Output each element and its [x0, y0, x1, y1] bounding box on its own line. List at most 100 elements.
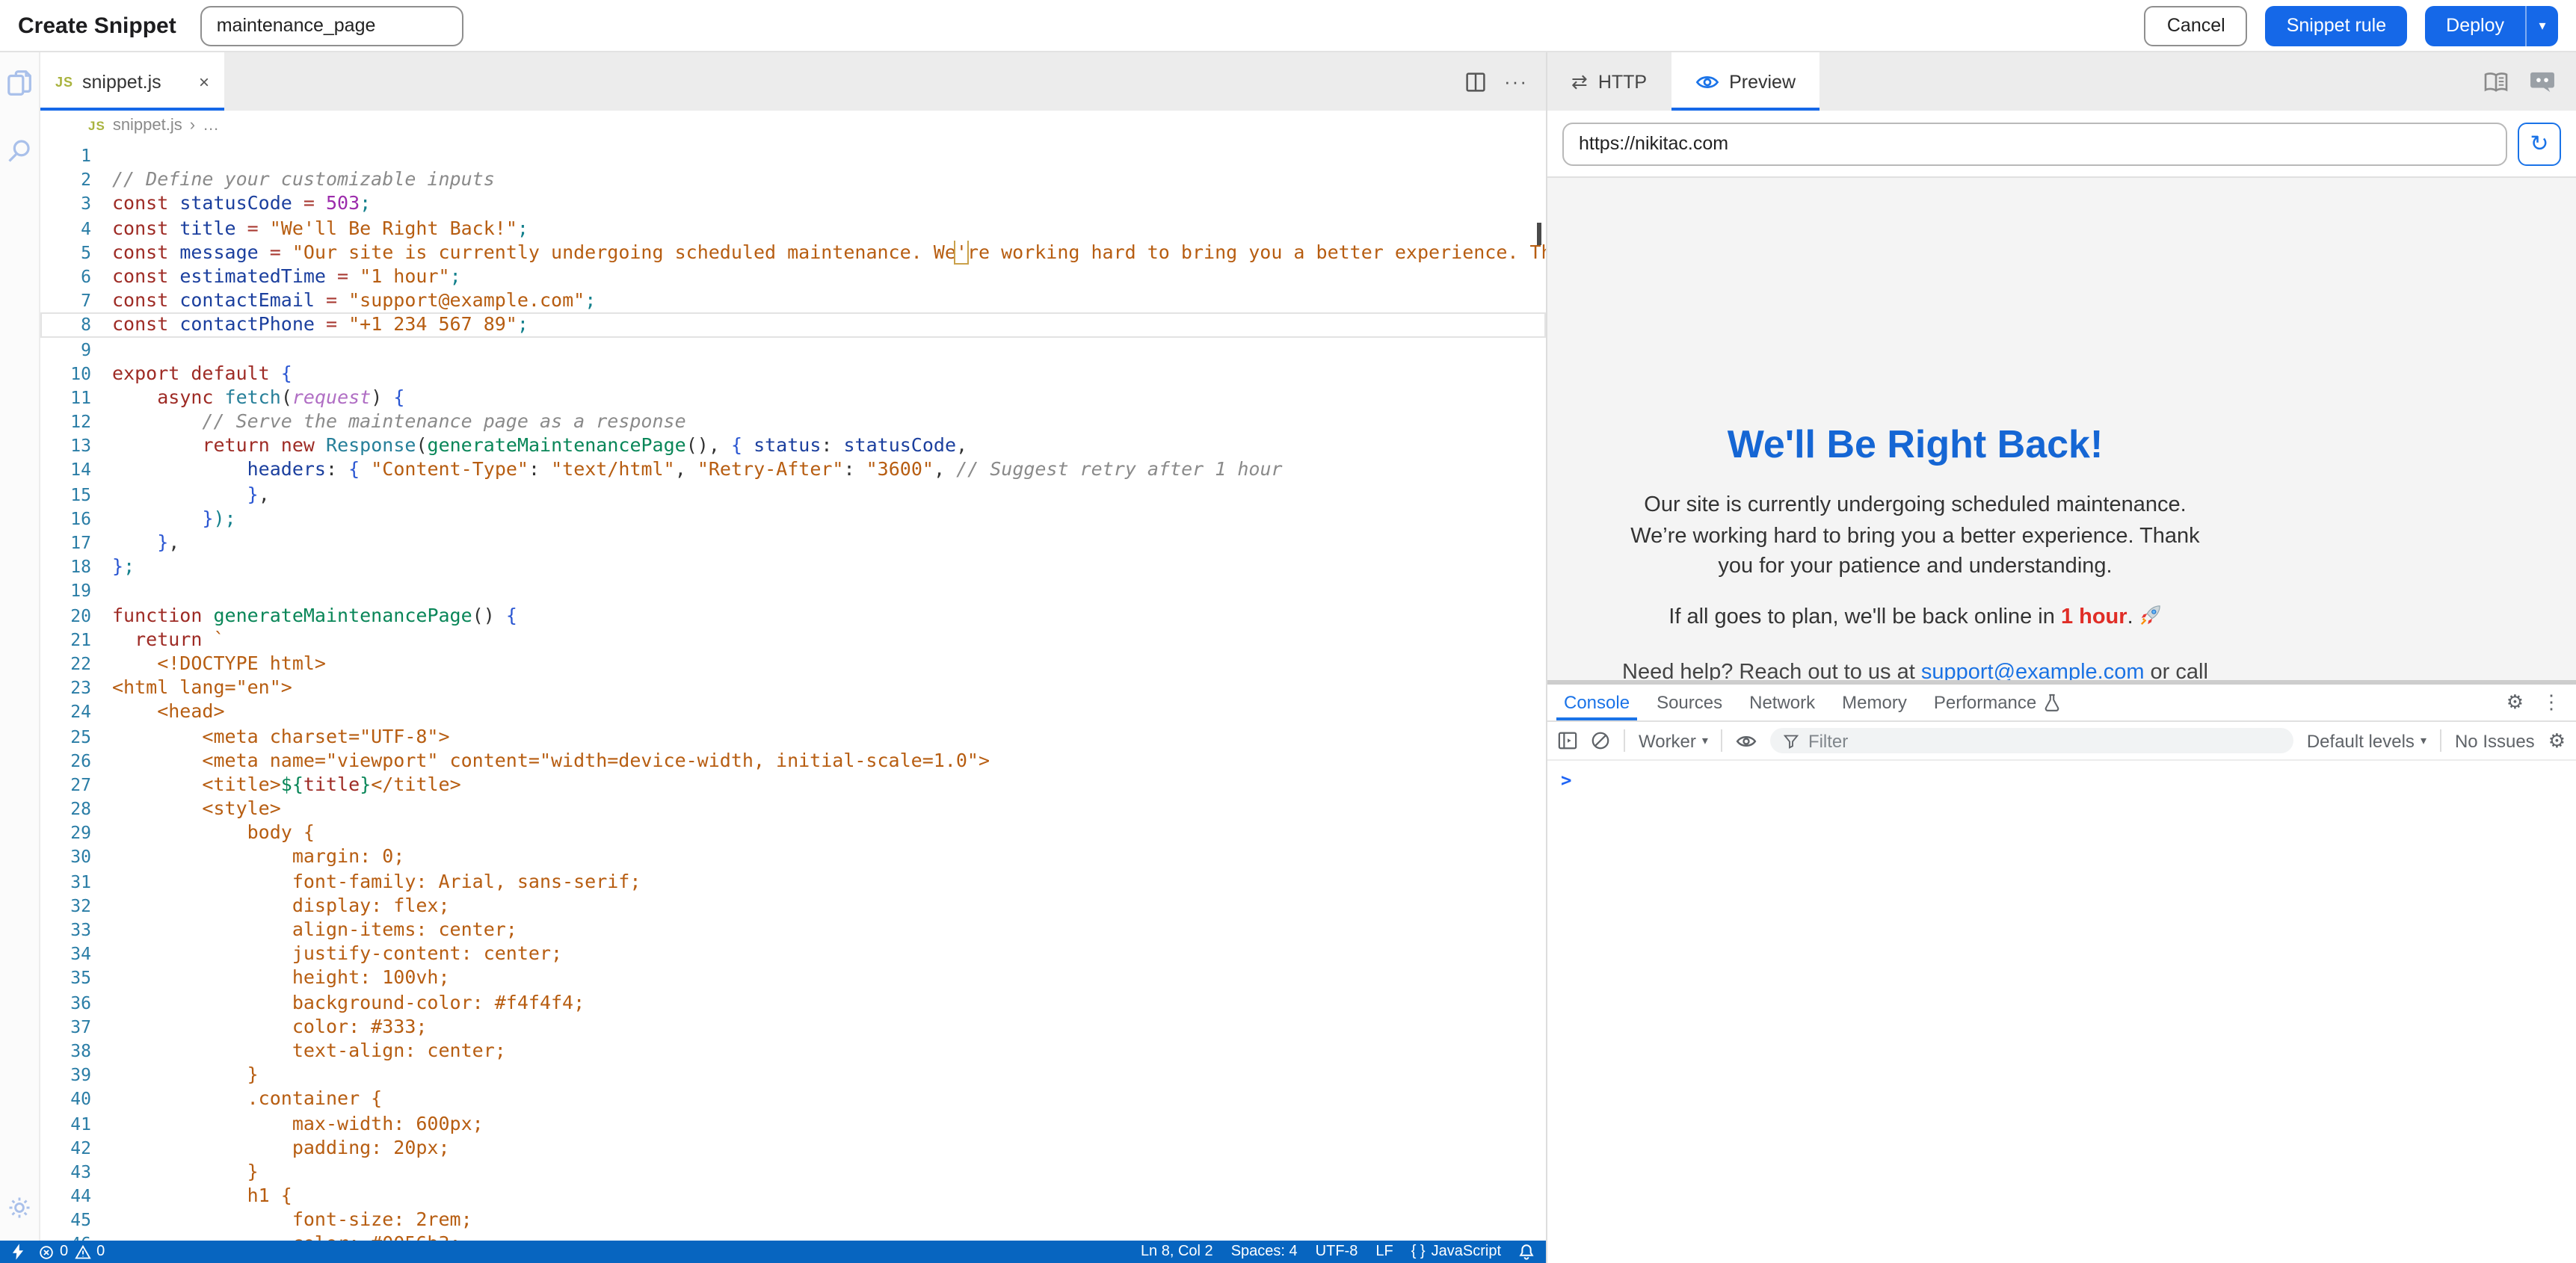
indentation-setting[interactable]: Spaces: 4 — [1231, 1244, 1298, 1260]
deploy-button[interactable]: Deploy — [2425, 5, 2525, 46]
encoding-setting[interactable]: UTF-8 — [1316, 1244, 1358, 1260]
snippet-rule-button[interactable]: Snippet rule — [2266, 5, 2407, 46]
snippet-name-input[interactable] — [200, 5, 463, 46]
docs-book-icon[interactable] — [2483, 71, 2509, 92]
devtools-tab-performance[interactable]: Performance — [1920, 685, 2074, 720]
code-line[interactable]: 13 return new Response(generateMaintenan… — [40, 434, 1546, 458]
live-expression-eye-icon[interactable] — [1737, 733, 1757, 748]
discord-icon[interactable] — [2530, 70, 2555, 93]
code-line[interactable]: 5const message = "Our site is currently … — [40, 241, 1546, 265]
code-line[interactable]: 40 .container { — [40, 1087, 1546, 1111]
code-line[interactable]: 26 <meta name="viewport" content="width=… — [40, 748, 1546, 772]
code-line[interactable]: 33 align-items: center; — [40, 918, 1546, 942]
files-icon[interactable] — [4, 67, 34, 97]
code-line[interactable]: 27 <title>${title}</title> — [40, 773, 1546, 797]
search-icon[interactable] — [4, 136, 34, 166]
code-line[interactable]: 24 <head> — [40, 700, 1546, 724]
console-sidebar-toggle-icon[interactable] — [1558, 731, 1577, 750]
code-line[interactable]: 25 <meta charset="UTF-8"> — [40, 724, 1546, 748]
code-line[interactable]: 7const contactEmail = "support@example.c… — [40, 288, 1546, 312]
notifications-bell-icon[interactable] — [1519, 1244, 1534, 1260]
line-number: 40 — [40, 1087, 112, 1111]
code-line[interactable]: 17 }, — [40, 531, 1546, 555]
code-line[interactable]: 16 }); — [40, 507, 1546, 531]
code-line[interactable]: 18}; — [40, 555, 1546, 578]
problems-indicator[interactable]: 0 0 — [39, 1244, 105, 1260]
code-line[interactable]: 41 max-width: 600px; — [40, 1111, 1546, 1135]
refresh-button[interactable]: ↻ — [2518, 122, 2561, 165]
code-line[interactable]: 20function generateMaintenancePage() { — [40, 603, 1546, 627]
console-filter-input[interactable]: Filter — [1771, 728, 2293, 753]
devtools-tab-console[interactable]: Console — [1550, 685, 1643, 720]
code-line[interactable]: 34 justify-content: center; — [40, 942, 1546, 966]
code-line[interactable]: 4const title = "We'll Be Right Back!"; — [40, 216, 1546, 240]
tab-close-icon[interactable]: × — [199, 71, 209, 92]
console-output[interactable]: > — [1547, 761, 2576, 1263]
more-actions-icon[interactable]: ··· — [1504, 70, 1528, 93]
code-editor[interactable]: 12// Define your customizable inputs3con… — [40, 140, 1546, 1241]
deploy-dropdown-caret[interactable]: ▾ — [2525, 5, 2558, 46]
devtools-tab-network[interactable]: Network — [1736, 685, 1828, 720]
tab-http[interactable]: ⇄ HTTP — [1547, 52, 1671, 111]
code-line[interactable]: 31 font-family: Arial, sans-serif; — [40, 869, 1546, 893]
code-line[interactable]: 12 // Serve the maintenance page as a re… — [40, 410, 1546, 433]
clear-console-icon[interactable] — [1591, 731, 1610, 750]
javascript-file-icon: JS — [88, 118, 105, 133]
tab-snippet-js[interactable]: JS snippet.js × — [40, 52, 224, 111]
code-line[interactable]: 28 <style> — [40, 797, 1546, 821]
language-mode[interactable]: { } JavaScript — [1411, 1244, 1501, 1260]
context-selector[interactable]: Worker▾ — [1639, 730, 1708, 751]
devtools-settings-gear-icon[interactable]: ⚙ — [2506, 691, 2524, 714]
preview-url-input[interactable] — [1562, 122, 2507, 165]
code-line[interactable]: 10export default { — [40, 361, 1546, 385]
devtools-tab-memory[interactable]: Memory — [1828, 685, 1920, 720]
eol-setting[interactable]: LF — [1375, 1244, 1393, 1260]
devtools-tab-sources[interactable]: Sources — [1643, 685, 1736, 720]
cancel-button[interactable]: Cancel — [2145, 5, 2248, 46]
code-line[interactable]: 23<html lang="en"> — [40, 676, 1546, 700]
devtools-menu-kebab-icon[interactable]: ⋮ — [2542, 691, 2561, 714]
line-number: 9 — [40, 337, 112, 361]
line-number: 4 — [40, 216, 112, 240]
warning-icon — [74, 1244, 90, 1259]
code-line[interactable]: 30 margin: 0; — [40, 845, 1546, 869]
code-line[interactable]: 36 background-color: #f4f4f4; — [40, 990, 1546, 1014]
code-line[interactable]: 37 color: #333; — [40, 1015, 1546, 1039]
settings-gear-icon[interactable] — [4, 1193, 34, 1223]
code-line[interactable]: 8const contactPhone = "+1 234 567 89"; — [40, 313, 1546, 337]
issues-counter[interactable]: No Issues — [2455, 730, 2535, 751]
code-line[interactable]: 35 height: 100vh; — [40, 966, 1546, 990]
email-link[interactable]: support@example.com — [1921, 660, 2145, 680]
code-line[interactable]: 38 text-align: center; — [40, 1039, 1546, 1063]
cursor-position[interactable]: Ln 8, Col 2 — [1141, 1244, 1213, 1260]
code-line[interactable]: 11 async fetch(request) { — [40, 386, 1546, 410]
log-levels-dropdown[interactable]: Default levels▾ — [2307, 730, 2426, 751]
code-line[interactable]: 15 }, — [40, 482, 1546, 506]
code-line[interactable]: 39 } — [40, 1063, 1546, 1087]
code-line[interactable]: 19 — [40, 579, 1546, 603]
code-line[interactable]: 3const statusCode = 503; — [40, 192, 1546, 216]
code-line[interactable]: 9 — [40, 337, 1546, 361]
code-line[interactable]: 44 h1 { — [40, 1184, 1546, 1208]
breadcrumb-more: … — [203, 117, 219, 135]
code-line[interactable]: 21 return ` — [40, 628, 1546, 652]
code-line[interactable]: 46 color: #0056b3; — [40, 1232, 1546, 1241]
console-prompt-chevron[interactable]: > — [1561, 770, 1571, 791]
split-editor-icon[interactable] — [1465, 71, 1486, 92]
code-line[interactable]: 1 — [40, 143, 1546, 167]
code-line[interactable]: 43 } — [40, 1160, 1546, 1184]
code-line[interactable]: 42 padding: 20px; — [40, 1135, 1546, 1159]
console-settings-gear-icon[interactable]: ⚙ — [2548, 729, 2566, 753]
code-line[interactable]: 14 headers: { "Content-Type": "text/html… — [40, 458, 1546, 482]
code-line[interactable]: 22 <!DOCTYPE html> — [40, 652, 1546, 676]
editor-tabstrip: JS snippet.js × ··· — [40, 52, 1546, 111]
breadcrumb[interactable]: JS snippet.js › … — [40, 111, 1546, 140]
code-line[interactable]: 45 font-size: 2rem; — [40, 1208, 1546, 1232]
tab-preview[interactable]: Preview — [1671, 52, 1819, 111]
code-line[interactable]: 29 body { — [40, 821, 1546, 845]
code-line[interactable]: 2// Define your customizable inputs — [40, 167, 1546, 191]
code-line[interactable]: 32 display: flex; — [40, 894, 1546, 918]
line-number: 24 — [40, 700, 112, 724]
code-line[interactable]: 6const estimatedTime = "1 hour"; — [40, 265, 1546, 288]
remote-indicator-icon[interactable] — [12, 1244, 24, 1260]
